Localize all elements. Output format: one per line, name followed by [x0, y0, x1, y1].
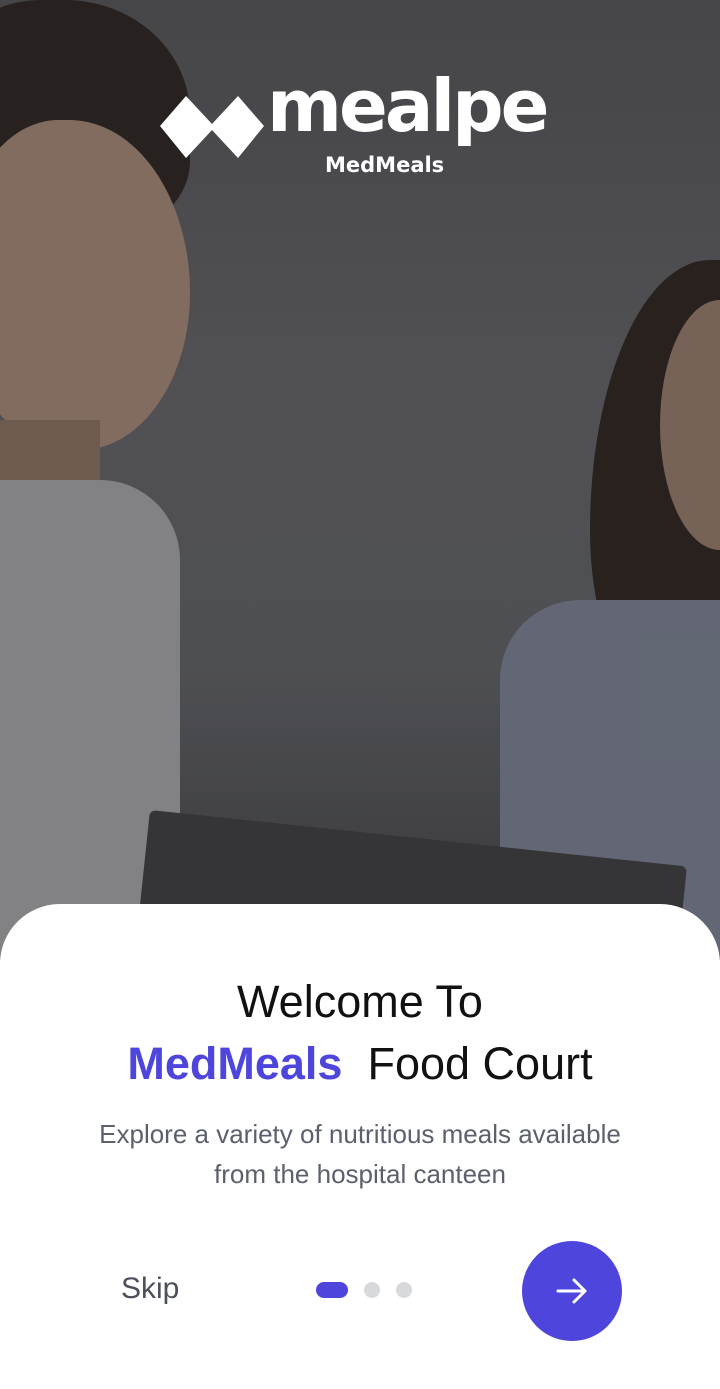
arrow-right-icon: [556, 1278, 587, 1304]
food-court-label: Food Court: [367, 1038, 593, 1089]
page-dot-active: [316, 1282, 348, 1298]
welcome-subtitle: MedMeals Food Court: [0, 1038, 720, 1090]
next-button[interactable]: [522, 1241, 622, 1341]
welcome-title: Welcome To: [237, 976, 483, 1027]
skip-button[interactable]: Skip: [121, 1272, 179, 1306]
mealpe-logo-mark-icon: [160, 96, 264, 158]
page-dot: [396, 1282, 412, 1298]
app-logo: mealpe MedMeals: [160, 70, 570, 180]
brand-highlight: MedMeals: [127, 1038, 343, 1089]
logo-wordmark: mealpe: [267, 64, 549, 148]
welcome-description: Explore a variety of nutritious meals av…: [99, 1119, 621, 1189]
logo-subtitle: MedMeals: [325, 153, 445, 177]
page-dot: [364, 1282, 380, 1298]
